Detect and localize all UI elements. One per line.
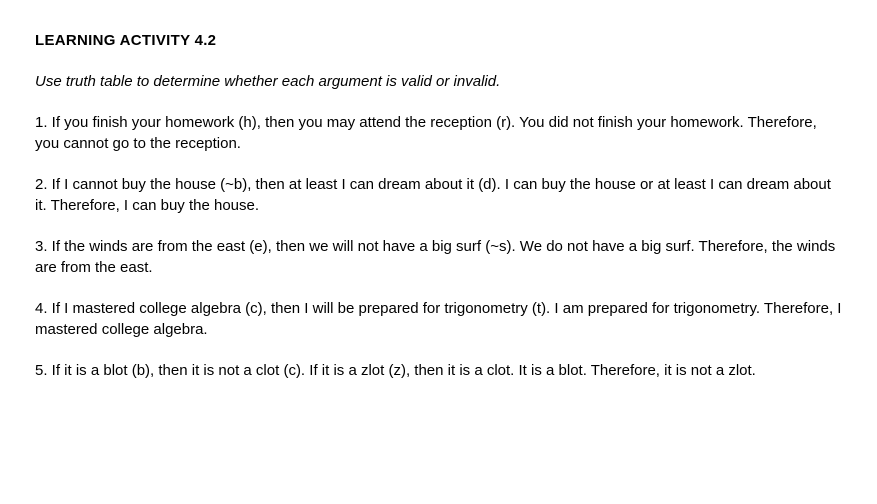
instruction-text: Use truth table to determine whether eac… [35, 71, 842, 92]
problem-2: 2. If I cannot buy the house (~b), then … [35, 174, 842, 216]
activity-title: LEARNING ACTIVITY 4.2 [35, 30, 842, 51]
problem-1: 1. If you finish your homework (h), then… [35, 112, 842, 154]
problem-5: 5. If it is a blot (b), then it is not a… [35, 360, 842, 381]
problem-4: 4. If I mastered college algebra (c), th… [35, 298, 842, 340]
problem-3: 3. If the winds are from the east (e), t… [35, 236, 842, 278]
